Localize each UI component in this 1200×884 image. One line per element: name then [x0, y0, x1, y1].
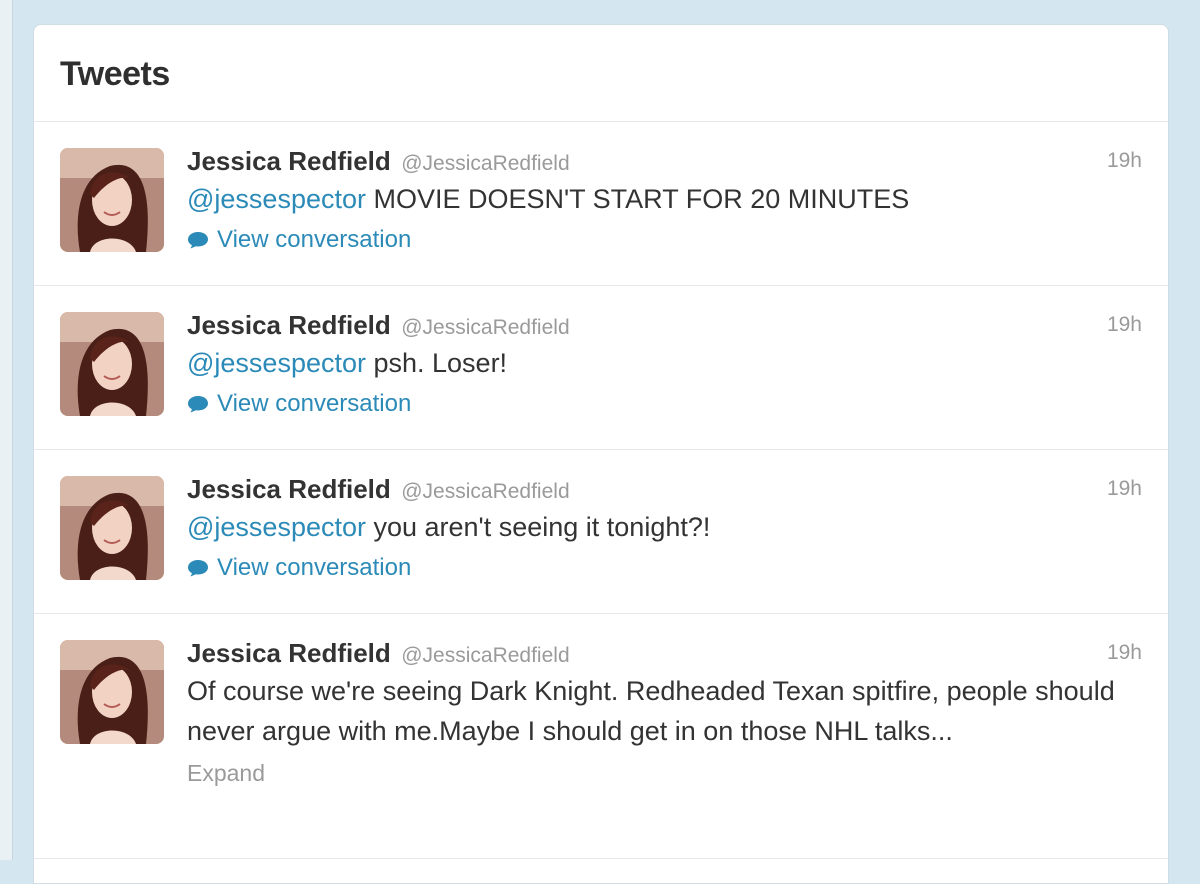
tweet-text: @jessespector psh. Loser! [187, 343, 1142, 383]
view-conversation-label: View conversation [217, 226, 412, 253]
tweet-content: Jessica Redfield @JessicaRedfield 19h @j… [187, 144, 1142, 260]
mention-link[interactable]: @jessespector [187, 512, 366, 542]
tweet-header: Jessica Redfield @JessicaRedfield 19h [187, 636, 1142, 670]
author-name[interactable]: Jessica Redfield [187, 638, 391, 668]
author-name[interactable]: Jessica Redfield [187, 310, 391, 340]
tweet-header: Jessica Redfield @JessicaRedfield 19h [187, 144, 1142, 178]
tweets-panel: Tweets Jessica Redfield @JessicaRedfield… [33, 24, 1169, 884]
view-conversation-label: View conversation [217, 554, 412, 581]
tweet-header: Jessica Redfield @JessicaRedfield 19h [187, 472, 1142, 506]
tweet-timestamp[interactable]: 19h [1107, 308, 1142, 342]
author-name[interactable]: Jessica Redfield [187, 146, 391, 176]
view-conversation-link[interactable]: View conversation [187, 220, 411, 260]
tweet-item[interactable]: Jessica Redfield @JessicaRedfield 19h Of… [34, 614, 1168, 859]
avatar-image [60, 476, 164, 580]
author-username[interactable]: @JessicaRedfield [401, 152, 569, 175]
speech-bubble-icon [188, 396, 208, 413]
speech-bubble-icon [188, 560, 208, 577]
avatar-image [60, 312, 164, 416]
avatar-image [60, 148, 164, 252]
panel-header: Tweets [34, 25, 1168, 122]
view-conversation-link[interactable]: View conversation [187, 548, 411, 588]
tweet-content: Jessica Redfield @JessicaRedfield 19h @j… [187, 308, 1142, 424]
avatar-image [60, 640, 164, 744]
tweet-text: @jessespector you aren't seeing it tonig… [187, 507, 1142, 547]
tweet-body: psh. Loser! [365, 348, 508, 378]
tweet-header: Jessica Redfield @JessicaRedfield 19h [187, 308, 1142, 342]
tweet-timestamp[interactable]: 19h [1107, 636, 1142, 670]
author-username[interactable]: @JessicaRedfield [401, 480, 569, 503]
expand-link[interactable]: Expand [187, 755, 265, 791]
view-conversation-label: View conversation [217, 390, 412, 417]
panel-title: Tweets [60, 55, 170, 93]
avatar[interactable] [60, 148, 164, 252]
mention-link[interactable]: @jessespector [187, 348, 366, 378]
author-username[interactable]: @JessicaRedfield [401, 644, 569, 667]
tweet-item[interactable]: Jessica Redfield @JessicaRedfield 19h @j… [34, 122, 1168, 286]
author-name[interactable]: Jessica Redfield [187, 474, 391, 504]
tweet-text: @jessespector MOVIE DOESN'T START FOR 20… [187, 179, 1142, 219]
avatar[interactable] [60, 640, 164, 744]
tweet-content: Jessica Redfield @JessicaRedfield 19h Of… [187, 636, 1142, 791]
view-conversation-link[interactable]: View conversation [187, 384, 411, 424]
tweet-timestamp[interactable]: 19h [1107, 472, 1142, 506]
mention-link[interactable]: @jessespector [187, 184, 366, 214]
speech-bubble-icon [188, 232, 208, 249]
author-username[interactable]: @JessicaRedfield [401, 316, 569, 339]
tweet-content: Jessica Redfield @JessicaRedfield 19h @j… [187, 472, 1142, 588]
tweet-text: Of course we're seeing Dark Knight. Redh… [187, 676, 1115, 746]
tweet-item[interactable]: Jessica Redfield @JessicaRedfield 19h @j… [34, 286, 1168, 450]
tweet-body: you aren't seeing it tonight?! [365, 512, 711, 542]
tweet-timestamp[interactable]: 19h [1107, 144, 1142, 178]
background-edge [0, 0, 13, 860]
avatar[interactable] [60, 476, 164, 580]
tweet-body: MOVIE DOESN'T START FOR 20 MINUTES [365, 184, 910, 214]
tweet-item[interactable]: Jessica Redfield @JessicaRedfield 19h @j… [34, 450, 1168, 614]
avatar[interactable] [60, 312, 164, 416]
